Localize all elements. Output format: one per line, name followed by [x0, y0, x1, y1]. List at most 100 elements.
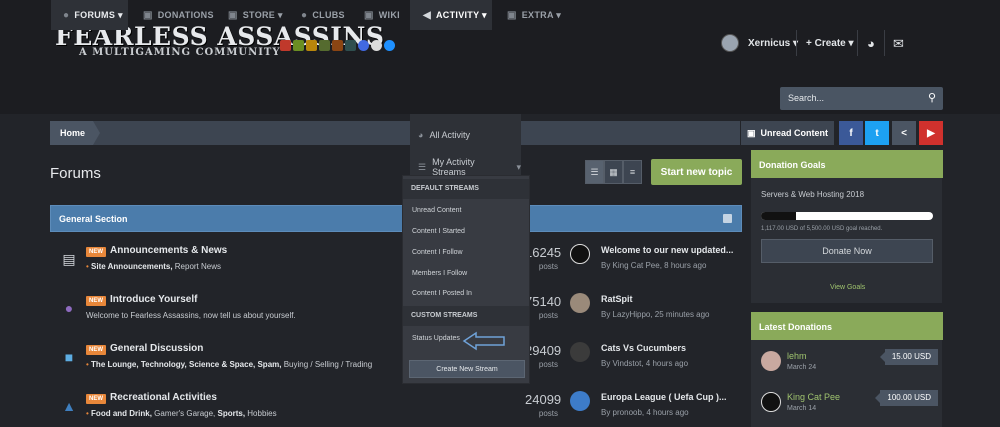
section-header: General Section	[50, 205, 742, 232]
donation-goals-header: Donation Goals	[751, 150, 943, 178]
chevron-down-icon: ▾	[516, 161, 521, 172]
donor-name[interactable]: lehm	[787, 351, 807, 361]
avatar[interactable]	[570, 342, 590, 362]
annotation-arrow-icon	[462, 331, 505, 351]
unread-content-button[interactable]: ▣ Unread Content	[741, 121, 834, 145]
compact-view-icon[interactable]: ≡	[623, 160, 642, 184]
donate-now-button[interactable]: Donate Now	[761, 239, 933, 263]
goal-progress-fill	[761, 212, 796, 220]
create-menu[interactable]: + Create ▾	[806, 38, 854, 49]
view-goals-link[interactable]: View Goals	[830, 284, 865, 291]
facebook-icon[interactable]: f	[839, 121, 863, 145]
grid-view-icon[interactable]: ▦	[604, 160, 623, 184]
nav-activity[interactable]: ◀ ACTIVITY ▾	[410, 0, 492, 30]
avatar[interactable]	[570, 293, 590, 313]
create-new-stream-button[interactable]: Create New Stream	[409, 360, 525, 378]
divider	[796, 30, 797, 56]
search-icon[interactable]: ⚲	[928, 91, 936, 104]
subforum-link[interactable]: Report News	[173, 262, 221, 271]
subforum-link[interactable]: Buying / Selling / Trading	[281, 360, 373, 369]
avatar[interactable]	[570, 244, 590, 264]
last-post-title[interactable]: Cats Vs Cucumbers	[601, 343, 686, 353]
chat-icon[interactable]: ✉	[893, 36, 904, 52]
forum-row: ● NEW Introduce Yourself Welcome to Fear…	[50, 293, 742, 342]
menu-item-my-activity-streams[interactable]: ☰ My Activity Streams ▾	[418, 157, 521, 177]
subforum-link[interactable]: Science & Space,	[187, 360, 255, 369]
last-post-title[interactable]: Welcome to our new updated...	[601, 245, 733, 255]
last-post-title[interactable]: Europa League ( Uefa Cup )...	[601, 392, 727, 402]
subforum-link[interactable]: Technology,	[139, 360, 187, 369]
avatar[interactable]	[761, 351, 781, 371]
subforum-link[interactable]: Gamer's Garage,	[152, 409, 215, 418]
menu-item-all-activity[interactable]: ◕ All Activity	[418, 130, 470, 140]
last-post-title[interactable]: RatSpit	[601, 294, 633, 304]
page-title: Forums	[50, 165, 101, 182]
avatar[interactable]	[761, 392, 781, 412]
start-new-topic-button[interactable]: Start new topic	[651, 159, 742, 185]
game-icons	[280, 40, 395, 51]
stream-item[interactable]: Unread Content	[412, 207, 461, 214]
game-icon	[384, 40, 395, 51]
user-avatar[interactable]	[721, 34, 739, 52]
nav-wiki[interactable]: ▣ WIKI	[364, 0, 400, 30]
game-icon	[358, 40, 369, 51]
forum-title[interactable]: Recreational Activities	[110, 392, 217, 403]
posts-label: posts	[538, 409, 558, 418]
stream-item[interactable]: Content I Follow	[412, 249, 463, 256]
post-count: 24099	[525, 392, 562, 407]
avatar[interactable]	[570, 391, 590, 411]
subforum-link[interactable]: Food and Drink,	[91, 409, 152, 418]
list-view-icon[interactable]: ☰	[585, 160, 604, 184]
twitter-icon[interactable]: t	[865, 121, 889, 145]
game-icon	[332, 40, 343, 51]
subforum-link[interactable]: The Lounge,	[91, 360, 139, 369]
section-title[interactable]: General Section	[59, 214, 128, 224]
divider	[884, 30, 885, 56]
donor-name[interactable]: King Cat Pee	[787, 392, 840, 402]
nav-donations[interactable]: ▣ DONATIONS	[143, 0, 214, 30]
nav-label: ACTIVITY ▾	[436, 9, 487, 20]
stream-item[interactable]: Status Updates	[412, 335, 460, 342]
user-menu[interactable]: Xernicus ▾	[748, 38, 798, 49]
donation-amount: 100.00 USD	[875, 390, 938, 406]
game-icon	[319, 40, 330, 51]
subforum-link[interactable]: Site Announcements,	[91, 262, 173, 271]
nav-label: CLUBS	[312, 10, 345, 20]
stream-item[interactable]: Content I Started	[412, 228, 465, 235]
document-icon: ▣	[507, 9, 517, 21]
subforum-link[interactable]: Sports,	[215, 409, 245, 418]
search-input[interactable]: Search... ⚲	[780, 87, 943, 110]
stream-item[interactable]: Members I Follow	[412, 270, 467, 277]
document-icon: ▣	[143, 9, 153, 21]
nav-label: WIKI	[378, 10, 400, 20]
forum-title[interactable]: Introduce Yourself	[110, 294, 197, 305]
forum-icon: ▤	[62, 250, 76, 267]
share-icon[interactable]: <	[892, 121, 916, 145]
donation-date: March 14	[787, 405, 817, 412]
breadcrumb: Home	[50, 121, 740, 145]
nav-extra[interactable]: ▣ EXTRA ▾	[507, 0, 561, 30]
subforum-link[interactable]: Hobbies	[245, 409, 276, 418]
nav-store[interactable]: ▣ STORE ▾	[228, 0, 283, 30]
nav-forums[interactable]: ● FORUMS ▾	[51, 0, 128, 30]
donation-item: lehm March 24 15.00 USD	[761, 349, 941, 381]
document-icon: ▣	[364, 9, 374, 21]
breadcrumb-home[interactable]: Home	[50, 121, 93, 145]
youtube-icon[interactable]: ▶	[919, 121, 943, 145]
unread-label: Unread Content	[760, 128, 829, 138]
custom-streams-header: CUSTOM STREAMS	[403, 306, 529, 326]
forum-title[interactable]: Announcements & News	[110, 245, 227, 256]
breadcrumb-arrow	[93, 121, 100, 145]
subforum-link[interactable]: Spam,	[255, 360, 281, 369]
nav-clubs[interactable]: ● CLUBS	[301, 0, 345, 30]
globe-icon[interactable]: ◕	[867, 36, 875, 51]
view-toggle: ☰ ▦ ≡	[585, 160, 643, 184]
new-badge: NEW	[86, 345, 106, 355]
collapse-icon[interactable]	[723, 214, 732, 223]
stream-item[interactable]: Content I Posted In	[412, 290, 472, 297]
menu-item-label: My Activity Streams	[432, 157, 475, 177]
forum-title[interactable]: General Discussion	[110, 343, 203, 354]
nav-label: EXTRA ▾	[521, 9, 562, 20]
menu-item-label: All Activity	[429, 130, 470, 140]
nav-label: FORUMS ▾	[74, 9, 123, 20]
